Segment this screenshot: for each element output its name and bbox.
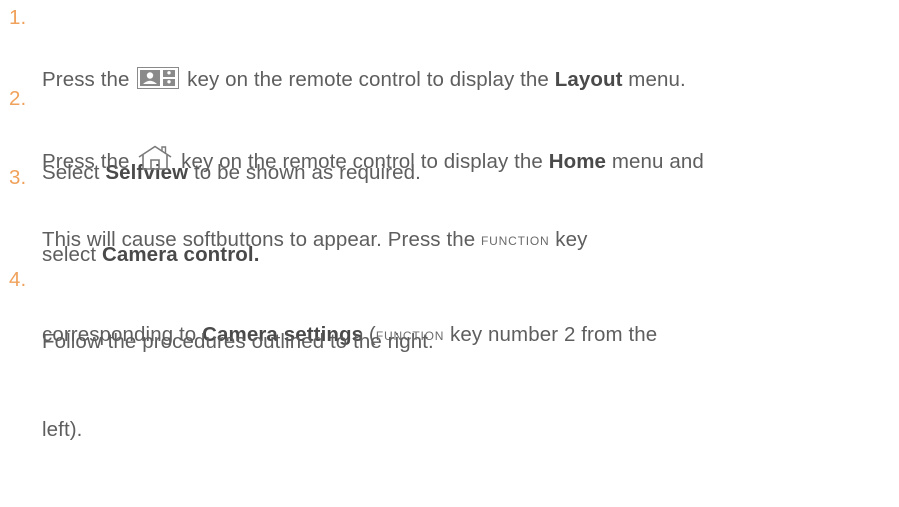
text: This will cause softbuttons to appear. P… — [42, 228, 482, 251]
text: key — [549, 228, 588, 251]
step-text: Follow the procedures outlined to the ri… — [42, 264, 899, 419]
step-number: 1. — [9, 6, 27, 29]
step-4: 4. Follow the procedures outlined to the… — [0, 264, 899, 419]
step-number: 2. — [9, 87, 27, 110]
text: left). — [42, 418, 83, 441]
text: Follow the procedures outlined to the ri… — [42, 330, 434, 353]
step-number: 4. — [9, 268, 27, 291]
step-number: 3. — [9, 166, 27, 189]
step-line: Follow the procedures outlined to the ri… — [42, 326, 899, 357]
step-line: This will cause softbuttons to appear. P… — [42, 224, 899, 257]
key-name-function: FUNCTION — [481, 234, 550, 248]
